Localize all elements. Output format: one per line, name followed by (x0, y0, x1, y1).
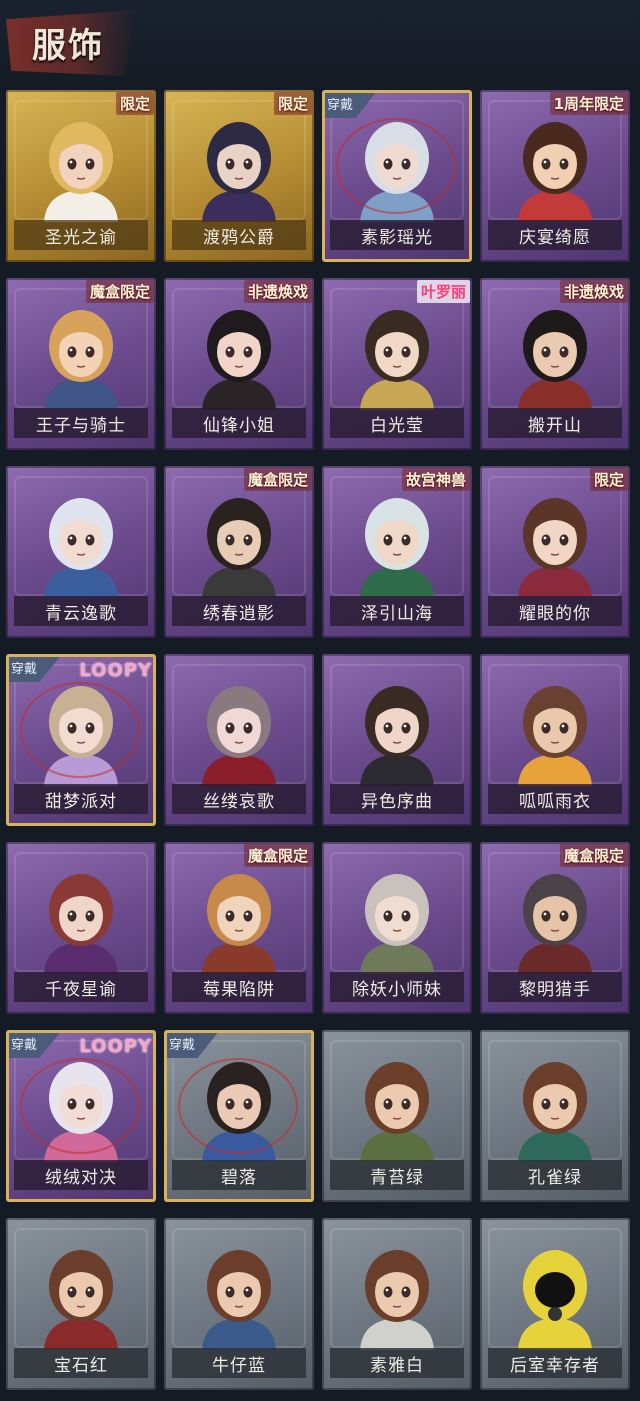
costume-card[interactable]: 千夜星谕 (6, 842, 156, 1014)
costume-card[interactable]: 后室幸存者 (480, 1218, 630, 1390)
card-frame (6, 842, 156, 1014)
card-frame (164, 90, 314, 262)
costume-card[interactable]: 青云逸歌 (6, 466, 156, 638)
card-frame (480, 90, 630, 262)
card-frame (164, 654, 314, 826)
costume-card[interactable]: 穿戴 碧落 (164, 1030, 314, 1202)
costume-card[interactable]: 叶罗丽 白光莹 (322, 278, 472, 450)
costume-card[interactable]: 限定 渡鸦公爵 (164, 90, 314, 262)
card-frame (6, 278, 156, 450)
card-frame (6, 1030, 156, 1202)
card-frame (322, 1218, 472, 1390)
card-frame (322, 654, 472, 826)
costume-card[interactable]: 限定 耀眼的你 (480, 466, 630, 638)
card-frame (164, 1030, 314, 1202)
costume-card[interactable]: 魔盒限定 绣春逍影 (164, 466, 314, 638)
costume-card[interactable]: 呱呱雨衣 (480, 654, 630, 826)
card-frame (322, 1030, 472, 1202)
costume-card[interactable]: 青苔绿 (322, 1030, 472, 1202)
costume-card[interactable]: 牛仔蓝 (164, 1218, 314, 1390)
costume-card[interactable]: 限定 圣光之谕 (6, 90, 156, 262)
costume-card[interactable]: 穿戴 LOOPY 甜梦派对 (6, 654, 156, 826)
costume-card[interactable]: 穿戴 LOOPY 绒绒对决 (6, 1030, 156, 1202)
costume-card[interactable]: 非遗焕戏 仙锋小姐 (164, 278, 314, 450)
card-frame (322, 278, 472, 450)
card-frame (6, 654, 156, 826)
card-frame (164, 842, 314, 1014)
card-frame (164, 466, 314, 638)
card-frame (480, 842, 630, 1014)
costume-card[interactable]: 除妖小师妹 (322, 842, 472, 1014)
card-frame (322, 90, 472, 262)
card-frame (6, 90, 156, 262)
costume-card[interactable]: 素雅白 (322, 1218, 472, 1390)
costume-card[interactable]: 丝缕哀歌 (164, 654, 314, 826)
costume-card[interactable]: 异色序曲 (322, 654, 472, 826)
costume-card[interactable]: 宝石红 (6, 1218, 156, 1390)
costume-card[interactable]: 孔雀绿 (480, 1030, 630, 1202)
costume-card[interactable]: 魔盒限定 王子与骑士 (6, 278, 156, 450)
costume-card[interactable]: 穿戴 素影瑶光 (322, 90, 472, 262)
card-frame (6, 1218, 156, 1390)
costume-card[interactable]: 非遗焕戏 搬开山 (480, 278, 630, 450)
card-frame (322, 842, 472, 1014)
card-frame (480, 466, 630, 638)
card-frame (6, 466, 156, 638)
card-frame (480, 278, 630, 450)
card-frame (164, 1218, 314, 1390)
costume-card[interactable]: 1周年限定 庆宴绮愿 (480, 90, 630, 262)
card-frame (480, 1218, 630, 1390)
card-frame (480, 1030, 630, 1202)
card-frame (322, 466, 472, 638)
card-frame (480, 654, 630, 826)
page-title: 服饰 (32, 26, 104, 66)
costume-card[interactable]: 故宫神兽 泽引山海 (322, 466, 472, 638)
costume-card[interactable]: 魔盒限定 莓果陷阱 (164, 842, 314, 1014)
costume-card[interactable]: 魔盒限定 黎明猎手 (480, 842, 630, 1014)
card-frame (164, 278, 314, 450)
